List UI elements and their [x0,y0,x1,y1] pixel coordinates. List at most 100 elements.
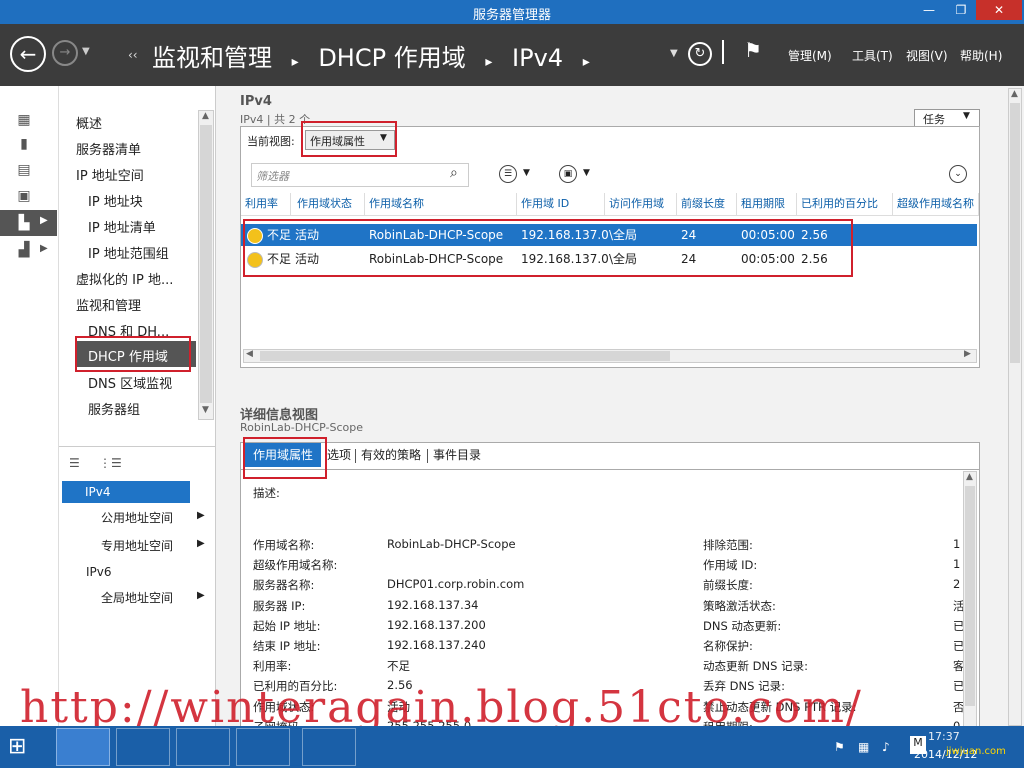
nav-dropdown-icon[interactable]: ▼ [670,48,678,59]
table-h-scrollbar[interactable]: ◀ ▶ [243,349,977,363]
expand-arrow-icon[interactable]: ▶ [197,510,205,521]
minimize-button[interactable]: — [916,0,942,20]
tree-item[interactable]: IP 地址范围组 [88,243,169,262]
ipam-icon: ▙ [18,215,30,231]
expand-arrow-icon[interactable]: ▶ [197,590,205,601]
menu-help[interactable]: 帮助(H) [960,47,1002,64]
property-label: 服务器名称: [253,578,315,593]
breadcrumb-item[interactable]: 监视和管理 [152,44,272,72]
list-view-icon[interactable]: ☰ [69,456,80,470]
query-options-icon[interactable]: ☰ [499,165,517,183]
control-panel-taskbar-icon[interactable] [302,728,356,766]
property-label: 作用域名称: [253,538,315,552]
breadcrumb-chevron-icon: ‹‹ [128,48,138,62]
main-scrollbar[interactable]: ▲ [1008,88,1022,726]
local-server-icon[interactable]: ▮ [16,136,32,152]
network-icon[interactable]: ▦ [858,740,869,754]
menu-manage[interactable]: 管理(M) [788,47,832,64]
history-dropdown-icon[interactable]: ▼ [82,46,90,57]
scroll-thumb[interactable] [260,351,670,361]
refresh-icon[interactable]: ↻ [688,42,712,66]
back-arrow-icon[interactable]: ← [10,36,46,72]
scroll-left-icon[interactable]: ◀ [246,349,253,359]
close-button[interactable]: ✕ [976,0,1022,20]
property-label: DNS 动态更新: [703,618,782,633]
tree-item[interactable]: 虚拟化的 IP 地... [76,269,173,288]
tree-item[interactable]: IP 地址清单 [88,217,156,236]
breadcrumb: 监视和管理 ▸ DHCP 作用域 ▸ IPv4 ▸ [152,38,602,73]
column-header[interactable]: 超级作用域名称 [893,193,979,215]
save-query-icon[interactable]: ▣ [559,165,577,183]
divider [427,449,428,463]
highlight-box [75,336,191,372]
tree-item[interactable]: 服务器清单 [76,139,141,158]
volume-icon[interactable]: ♪ [882,740,890,754]
scroll-up-icon[interactable]: ▲ [966,472,973,482]
tree-scrollbar[interactable]: ▲ ▼ [198,110,214,420]
scroll-thumb[interactable] [1010,103,1020,363]
expand-arrow-icon[interactable]: ▶ [40,243,48,254]
menu-tools[interactable]: 工具(T) [852,47,893,64]
file-services-icon[interactable]: ▣ [16,188,32,204]
windows-logo-icon[interactable]: ⊞ [8,734,36,760]
chevron-down-icon[interactable]: ▼ [583,168,590,178]
tree-item[interactable]: 监视和管理 [76,295,141,314]
divider [355,449,356,463]
column-header[interactable]: 已利用的百分比 [797,193,893,215]
tree-item[interactable]: IP 地址空间 [76,165,144,184]
highlight-box [243,219,853,277]
tree-item[interactable]: DNS 区域监视 [88,373,172,392]
property-label: 服务器 IP: [253,598,306,613]
chevron-down-icon[interactable]: ▼ [523,168,530,178]
scroll-thumb[interactable] [200,125,212,403]
server-group-icon[interactable]: ▟ [16,242,32,258]
column-header[interactable]: 前缀长度 [677,193,737,215]
menu-view[interactable]: 视图(V) [906,47,948,64]
tab-event-catalog[interactable]: 事件目录 [433,443,481,467]
paint-taskbar-icon[interactable] [236,728,290,766]
all-servers-icon[interactable]: ▤ [16,162,32,178]
expand-arrow-icon[interactable]: ▶ [40,215,48,226]
filter-input[interactable]: 筛选器 ⌕ [251,163,469,187]
explorer-taskbar-icon[interactable] [176,728,230,766]
forward-arrow-icon[interactable]: → [52,40,78,66]
powershell-taskbar-icon[interactable] [116,728,170,766]
ipam-nav-selected[interactable]: ▙ ▶ [0,210,57,236]
tasks-button[interactable]: 任务 ▼ [914,109,980,127]
sub-item-selected[interactable]: IPv4 [62,481,190,503]
tree-view-icon[interactable]: ⋮☰ [99,456,122,470]
scroll-up-icon[interactable]: ▲ [1011,89,1018,99]
column-header[interactable]: 作用域名称 [365,193,517,215]
scroll-down-icon[interactable]: ▼ [202,405,209,415]
property-value: 1 [953,557,961,572]
restore-button[interactable]: ❐ [948,0,974,20]
sub-item[interactable]: 全局地址空间 [101,589,173,606]
column-header[interactable]: 作用域 ID [517,193,605,215]
dashboard-icon[interactable]: ▦ [16,112,32,128]
notification-flag-icon[interactable]: ⚑ [744,38,762,62]
sub-item[interactable]: 专用地址空间 [101,537,173,554]
tab-effective-policies[interactable]: 有效的策略 [361,443,421,467]
column-header[interactable]: 利用率 [241,193,291,215]
column-header[interactable]: 作用域状态 [293,193,365,215]
expand-icon[interactable]: ⌄ [949,165,967,183]
scroll-thumb[interactable] [965,486,975,706]
scroll-right-icon[interactable]: ▶ [964,349,971,359]
tree-item[interactable]: IP 地址块 [88,191,143,210]
sub-item[interactable]: 公用地址空间 [101,509,173,526]
tree-item[interactable]: 服务器组 [88,399,140,418]
scroll-up-icon[interactable]: ▲ [202,111,209,121]
search-icon[interactable]: ⌕ [450,165,458,181]
column-header[interactable]: 访问作用域 [605,193,677,215]
sub-item[interactable]: IPv6 [86,565,112,579]
details-scrollbar[interactable]: ▲ [963,471,977,729]
action-center-icon[interactable]: ⚑ [834,740,845,754]
breadcrumb-item[interactable]: DHCP 作用域 [318,44,465,72]
tree-item[interactable]: 概述 [76,113,102,132]
expand-arrow-icon[interactable]: ▶ [197,538,205,549]
tab-options[interactable]: 选项 [327,443,351,467]
server-manager-taskbar-icon[interactable] [56,728,110,766]
column-header[interactable]: 租用期限 [737,193,797,215]
breadcrumb-item[interactable]: IPv4 [512,44,563,72]
breadcrumb-separator-icon: ▸ [485,54,493,70]
